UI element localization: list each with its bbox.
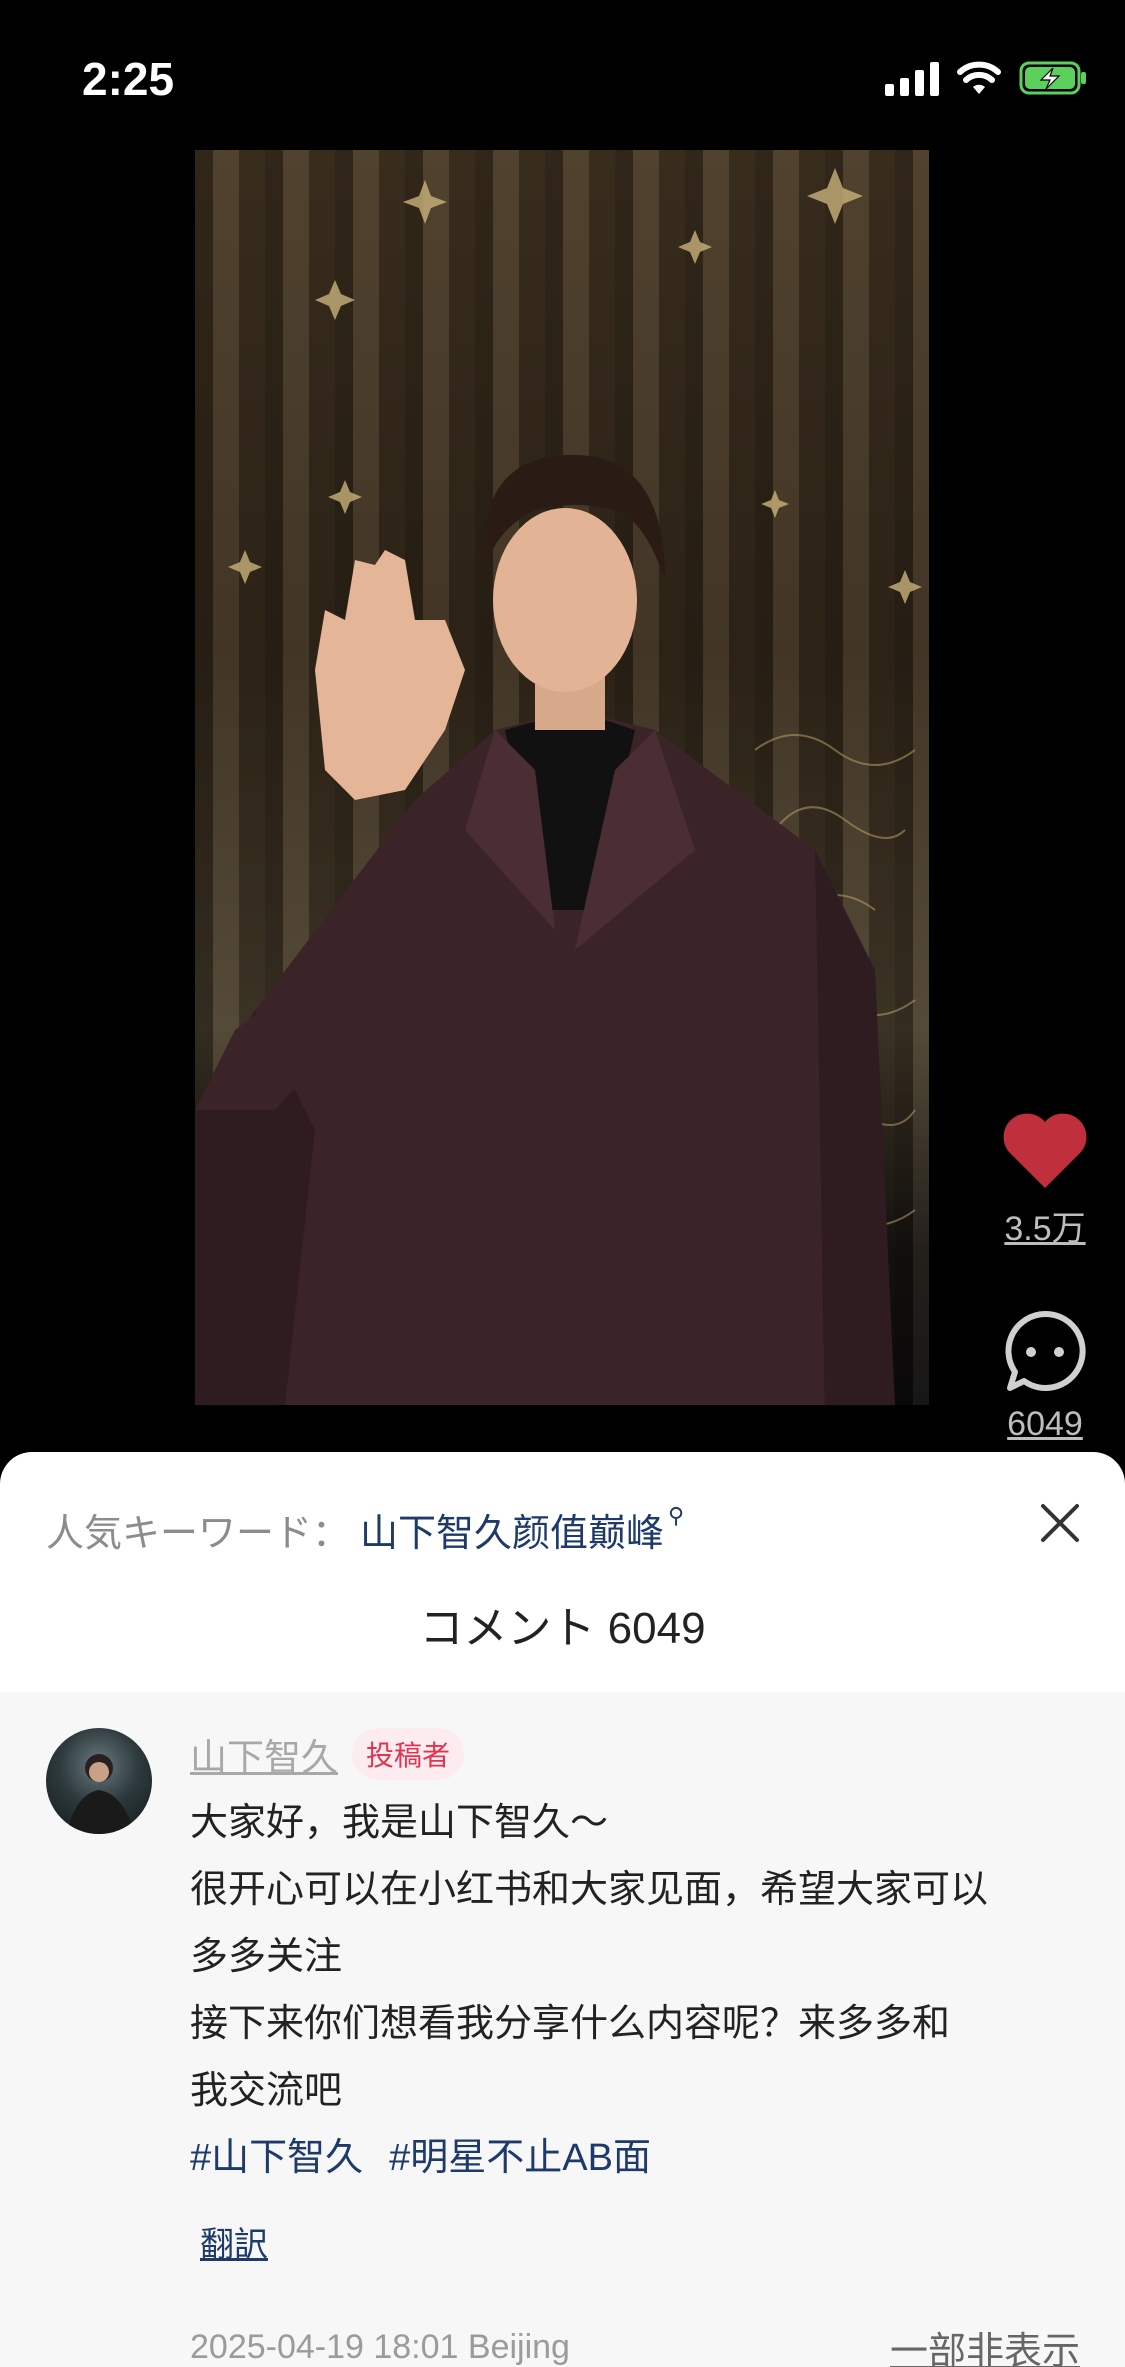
- comment-timestamp: 2025-04-19 18:01 Beijing: [190, 2328, 570, 2366]
- keyword-label: 人気キーワード：: [46, 1513, 351, 1555]
- author-badge: 投稿者: [352, 1728, 465, 1780]
- comment-line: 大家好，我是山下智久～: [190, 1802, 609, 1844]
- close-icon[interactable]: [1035, 1498, 1085, 1548]
- comment-line: 接下来你们想看我分享什么内容呢？来多多和: [190, 2003, 951, 2045]
- battery-charging-icon: [1019, 61, 1086, 95]
- author-name[interactable]: 山下智久: [190, 1727, 338, 1781]
- hashtag-row: #山下智久 #明星不止AB面: [190, 2125, 1090, 2191]
- translate-link[interactable]: 翻訳: [200, 2217, 268, 2266]
- comment-meta-row: 2025-04-19 18:01 Beijing 一部非表示: [190, 2320, 1080, 2367]
- search-icon: ⚲: [668, 1502, 685, 1528]
- status-time: 2:25: [82, 53, 175, 105]
- trending-keyword-row: 人気キーワード： 山下智久颜值巅峰 ⚲: [46, 1502, 684, 1557]
- comment-body: 山下智久 投稿者 大家好，我是山下智久～ 很开心可以在小红书和大家见面，希望大家…: [190, 1726, 1090, 2266]
- avatar[interactable]: [46, 1728, 152, 1834]
- wifi-icon: [957, 61, 1001, 94]
- hide-partial-link[interactable]: 一部非表示: [890, 2320, 1080, 2367]
- comment-count: 6049: [1007, 1405, 1083, 1443]
- keyword-link[interactable]: 山下智久颜值巅峰: [360, 1502, 664, 1557]
- status-icons: [885, 60, 1089, 96]
- comment-button[interactable]: 6049: [990, 1308, 1100, 1444]
- like-button[interactable]: 3.5万: [990, 1112, 1100, 1250]
- comment-line: 多多关注: [190, 1936, 343, 1978]
- status-bar: 2:25: [0, 0, 1125, 150]
- video-frame-illustration: [195, 168, 922, 1405]
- comment-line: 很开心可以在小红书和大家见面，希望大家可以: [190, 1869, 989, 1911]
- hashtag-link[interactable]: #山下智久: [190, 2125, 363, 2191]
- heart-icon: [1003, 1113, 1087, 1188]
- comment-line: 我交流吧: [190, 2070, 343, 2112]
- video-player[interactable]: [195, 150, 929, 1405]
- comment-bubble-icon: [1005, 1310, 1086, 1391]
- hashtag-link[interactable]: #明星不止AB面: [389, 2125, 651, 2191]
- signal-icon: [885, 60, 939, 96]
- comment-text: 大家好，我是山下智久～ 很开心可以在小红书和大家见面，希望大家可以 多多关注 接…: [190, 1790, 1090, 2125]
- comments-sheet: 人気キーワード： 山下智久颜值巅峰 ⚲ コメント 6049 山下智久 投稿者 大…: [0, 1452, 1125, 2367]
- comment-item: 山下智久 投稿者 大家好，我是山下智久～ 很开心可以在小红书和大家见面，希望大家…: [0, 1692, 1125, 2367]
- author-row: 山下智久 投稿者: [190, 1726, 1090, 1782]
- sheet-title: コメント 6049: [419, 1604, 706, 1653]
- like-count: 3.5万: [1004, 1210, 1086, 1248]
